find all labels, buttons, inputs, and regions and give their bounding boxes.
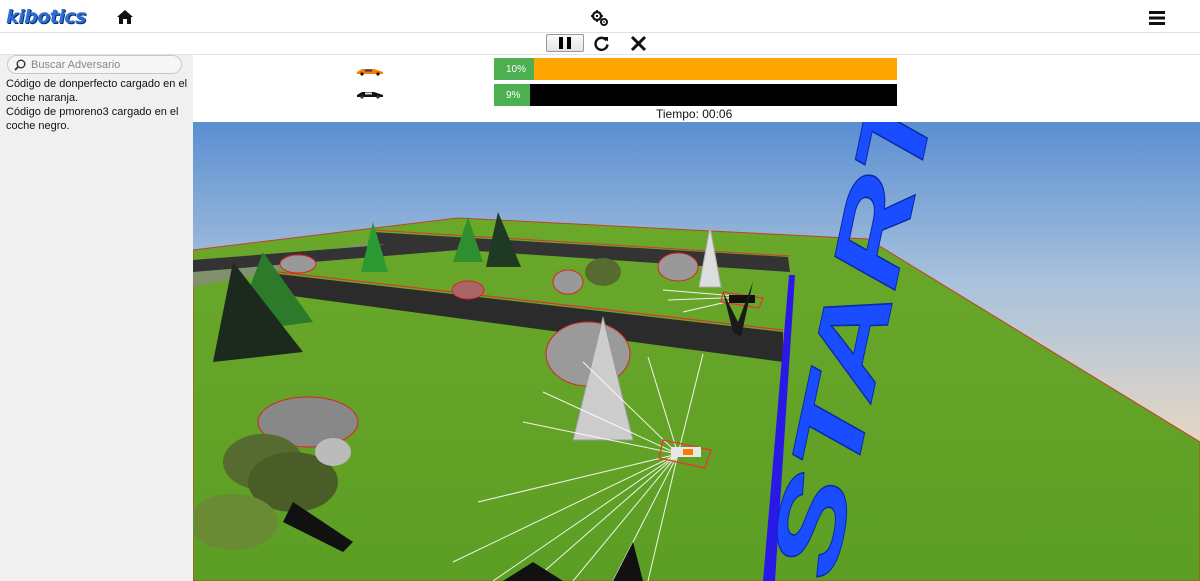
progress-label: 10% [506,63,527,75]
timer-text: Tiempo: 00:06 [656,107,733,121]
search-icon [14,59,26,71]
logo-text: kibotics [6,6,86,28]
pause-icon-bar-left [559,37,563,49]
progress-fill: 9% [494,84,531,106]
home-icon[interactable] [116,9,134,25]
log-line: Código de donperfecto cargado en el coch… [6,78,188,104]
pause-button[interactable] [546,34,584,52]
top-navbar: kibotics [0,0,1200,33]
gears-icon[interactable] [590,9,610,27]
orange-car-thumbnail [357,69,383,76]
pause-icon-bar-right [567,37,571,49]
progress-remaining [534,58,897,80]
log-line: Código de pmoreno3 cargado en el coche n… [6,106,179,132]
black-car-thumbnail [357,92,383,99]
race-progress-panel: 10% 9% Tiempo: 00:06 [193,55,1200,122]
progress-remaining [530,84,897,106]
reload-icon[interactable] [593,35,610,52]
hamburger-menu-icon[interactable] [1149,10,1165,26]
progress-label: 9% [506,89,521,101]
search-input[interactable] [31,58,181,71]
simulation-3d-view[interactable]: START [193,122,1200,581]
search-box[interactable] [7,55,182,74]
close-icon[interactable] [630,35,647,52]
sidebar: Código de donperfecto cargado en el coch… [0,55,193,581]
orange-car-progress-bar: 10% [494,58,897,80]
kibotics-logo[interactable]: kibotics [6,6,86,28]
black-car-progress-bar: 9% [494,84,897,106]
scene-canvas[interactable]: START [193,122,1200,581]
simulation-controls [0,33,1200,55]
console-log: Código de donperfecto cargado en el coch… [6,77,189,133]
progress-fill: 10% [494,58,535,80]
